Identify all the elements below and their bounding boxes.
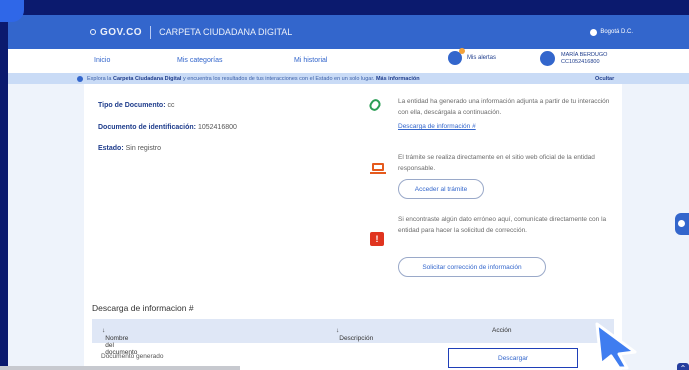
govco-brand-text: GOV.CO xyxy=(100,26,143,38)
downloads-table-header: ↓ Nombre del documento ↓ Descripción Acc… xyxy=(92,319,614,356)
pointer-cursor-icon xyxy=(595,322,637,370)
gov-top-bar: GOV.CO CARPETA CIUDADANA DIGITAL Bogotá … xyxy=(8,15,689,49)
paperclip-icon xyxy=(367,97,383,113)
warning-icon: ! xyxy=(370,232,384,246)
doc-type-field: Tipo de Documento: cc xyxy=(98,102,175,109)
user-id: CC1052416800 xyxy=(561,58,600,65)
doc-type-value: cc xyxy=(167,102,175,109)
browser-viewport: GOV.CO CARPETA CIUDADANA DIGITAL Bogotá … xyxy=(8,15,689,370)
alerts-button[interactable]: Mis alertas xyxy=(448,48,497,65)
scroll-to-top-button[interactable]: ⌃ xyxy=(677,363,689,370)
bottom-status-strip xyxy=(0,366,240,370)
location-icon xyxy=(590,28,598,36)
info-banner: Explora la Carpeta Ciudadana Digital y e… xyxy=(8,73,689,84)
doc-id-value: 1052416800 xyxy=(197,124,237,131)
govco-logo[interactable]: GOV.CO xyxy=(90,27,142,38)
nav-item-inicio[interactable]: Inicio xyxy=(94,57,110,64)
error-report-text: Si encontraste algún dato erróneo aquí, … xyxy=(398,216,607,234)
nav-item-mis-categorias[interactable]: Mis categorías xyxy=(177,57,223,64)
location-indicator[interactable]: Bogotá D.C. xyxy=(590,28,633,36)
location-text: Bogotá D.C. xyxy=(600,29,633,35)
status-value: Sin registro xyxy=(125,145,162,152)
doc-id-label: Documento de identificación: xyxy=(98,124,197,131)
info-rest: y encuentra los resultados de tus intera… xyxy=(183,75,375,82)
column-header-description[interactable]: ↓ Descripción xyxy=(336,327,373,342)
status-field: Estado: Sin registro xyxy=(98,145,161,152)
online-procedure-text: El trámite se realiza directamente en el… xyxy=(398,154,595,172)
app-title: CARPETA CIUDADANA DIGITAL xyxy=(159,27,293,37)
presentation-frame: GOV.CO CARPETA CIUDADANA DIGITAL Bogotá … xyxy=(0,0,689,370)
download-button[interactable]: Descargar xyxy=(448,348,578,368)
column-header-name[interactable]: ↓ Nombre del documento xyxy=(102,327,137,356)
laptop-icon xyxy=(370,163,386,174)
hide-banner-button[interactable]: Ocultar xyxy=(595,76,614,82)
accessibility-side-tab[interactable] xyxy=(675,213,689,235)
alerts-label: Mis alertas xyxy=(467,55,497,61)
doc-type-label: Tipo de Documento: xyxy=(98,102,166,109)
header-separator xyxy=(150,25,152,39)
downloads-section-title: Descarga de informacion # xyxy=(92,303,194,313)
main-nav: Inicio Mis categorías Mi historial Mis a… xyxy=(8,48,689,73)
info-icon xyxy=(77,75,83,82)
user-avatar-icon xyxy=(540,51,555,66)
access-procedure-button[interactable]: Acceder al trámite xyxy=(398,179,484,199)
info-prefix: Explora la xyxy=(87,75,112,82)
status-label: Estado: xyxy=(98,145,124,152)
user-menu[interactable]: MARÍA BERDUGO CC1052416800 xyxy=(540,51,607,66)
request-correction-button[interactable]: Solicitar corrección de información xyxy=(398,257,546,277)
info-bold: Carpeta Ciudadana Digital xyxy=(113,75,182,82)
attachment-text: La entidad ha generado una información a… xyxy=(398,98,610,116)
column-header-action: Acción xyxy=(492,327,512,334)
detail-panel: Tipo de Documento: cc Documento de ident… xyxy=(84,84,622,370)
govco-logo-icon xyxy=(90,29,96,35)
document-name: Documento generado xyxy=(101,353,164,360)
bell-icon xyxy=(448,48,465,65)
download-info-link[interactable]: Descarga de información # xyxy=(398,123,476,130)
more-info-link[interactable]: Más información xyxy=(376,76,420,82)
user-name: MARÍA BERDUGO xyxy=(561,51,608,58)
doc-id-field: Documento de identificación: 1052416800 xyxy=(98,124,237,131)
nav-item-mi-historial[interactable]: Mi historial xyxy=(294,57,327,64)
